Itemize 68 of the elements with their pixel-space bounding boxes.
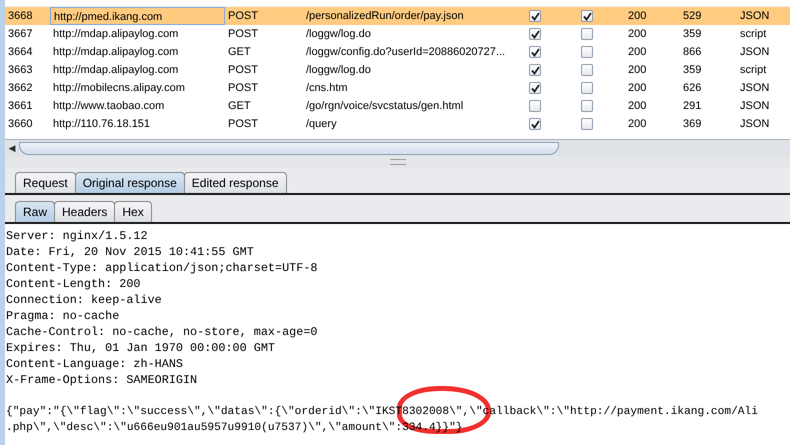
table-cell-text: 359 — [682, 27, 702, 42]
table-cell-text: POST — [227, 63, 259, 78]
table-cell-text: http://mdap.alipaylog.com — [52, 27, 180, 42]
table-cell-text: POST — [227, 9, 259, 24]
table-cell-text: GET — [227, 45, 252, 60]
table-cell-text: 3668 — [7, 9, 34, 24]
table-cell-text: 200 — [627, 45, 648, 60]
header-line: Pragma: no-cache — [6, 308, 120, 324]
table-cell-text: POST — [227, 27, 259, 42]
table-cell-text: 291 — [682, 99, 702, 114]
table-cell-text: /cns.htm — [305, 81, 349, 96]
horizontal-scrollbar[interactable]: ◀ — [5, 139, 790, 156]
tab[interactable]: Raw — [15, 201, 56, 222]
header-line: Expires: Thu, 01 Jan 1970 00:00:00 GMT — [6, 340, 276, 356]
header-line: Connection: keep-alive — [6, 292, 163, 308]
tab[interactable]: Edited response — [184, 172, 286, 193]
tab[interactable]: Headers — [54, 201, 116, 222]
table-cell-text: 3663 — [7, 63, 34, 78]
table-cell-text: JSON — [739, 99, 770, 114]
tab[interactable]: Request — [15, 172, 76, 193]
header-line: Server: nginx/1.5.12 — [6, 228, 149, 244]
table-row[interactable]: 3668 http://pmed.ikang.com POST /personalizedRun/order/pay.json 200 529 JSON — [5, 7, 790, 25]
tab[interactable]: Original response — [74, 172, 185, 193]
table-cell-text: http://mdap.alipaylog.com — [52, 45, 180, 60]
table-cell-text: /loggw/log.do — [305, 63, 372, 78]
table-cell-text: 200 — [627, 117, 648, 132]
table-cell-text: script — [739, 27, 768, 42]
header-line: X-Frame-Options: SAMEORIGIN — [6, 372, 198, 388]
table-cell-text: 369 — [682, 117, 702, 132]
table-cell-text: POST — [227, 81, 259, 96]
table-cell-text: /go/rgn/voice/svcstatus/gen.html — [305, 99, 464, 114]
scroll-left-button[interactable]: ◀ — [5, 143, 19, 153]
table-cell-text: JSON — [739, 9, 770, 24]
table-cell-text: /query — [305, 117, 338, 132]
table-cell-text: http://www.taobao.com — [52, 99, 166, 114]
header-line: Content-Type: application/json;charset=UTF-8 — [6, 260, 318, 276]
table-cell-text: POST — [227, 117, 259, 132]
tab[interactable]: Hex — [114, 201, 152, 222]
table-cell-text: 200 — [627, 63, 648, 78]
header-line: Date: Fri, 20 Nov 2015 10:41:55 GMT — [6, 244, 255, 260]
table-cell-text: 626 — [682, 81, 702, 96]
table-cell-text: http://110.76.18.151 — [52, 117, 152, 132]
table-cell-text: 200 — [627, 9, 648, 24]
table-cell-text: /personalizedRun/order/pay.json — [305, 9, 465, 24]
table-cell-text: 200 — [627, 27, 648, 42]
header-line: Content-Language: zh-HANS — [6, 356, 184, 372]
header-line: Cache-Control: no-cache, no-store, max-age=0 — [6, 324, 318, 340]
table-cell-text: 359 — [682, 63, 702, 78]
header-line: Content-Length: 200 — [6, 276, 142, 292]
table-cell-text: 3661 — [7, 99, 34, 114]
table-cell-text: 200 — [627, 99, 648, 114]
table-cell-text: http://mobilecns.alipay.com — [52, 81, 186, 96]
table-cell-text: GET — [227, 99, 252, 114]
table-cell-text: JSON — [739, 45, 770, 60]
table-cell-text: JSON — [739, 117, 770, 132]
table-cell-text: /loggw/config.do?userId=20886020727... — [305, 45, 506, 60]
table-cell-text: 3660 — [7, 117, 34, 132]
table-cell-text: 3662 — [7, 81, 34, 96]
table-cell-text: script — [739, 63, 768, 78]
table-cell-text: 200 — [627, 81, 648, 96]
table-cell-text: http://mdap.alipaylog.com — [52, 63, 180, 78]
table-cell-text: 3667 — [7, 27, 34, 42]
table-cell-text: 529 — [682, 9, 702, 24]
table-cell-text: 3664 — [7, 45, 34, 60]
table-cell-text: 866 — [682, 45, 702, 60]
table-cell: http://pmed.ikang.com — [50, 7, 225, 25]
table-cell-text: JSON — [739, 81, 770, 96]
table-cell-text: /loggw/log.do — [305, 27, 372, 42]
